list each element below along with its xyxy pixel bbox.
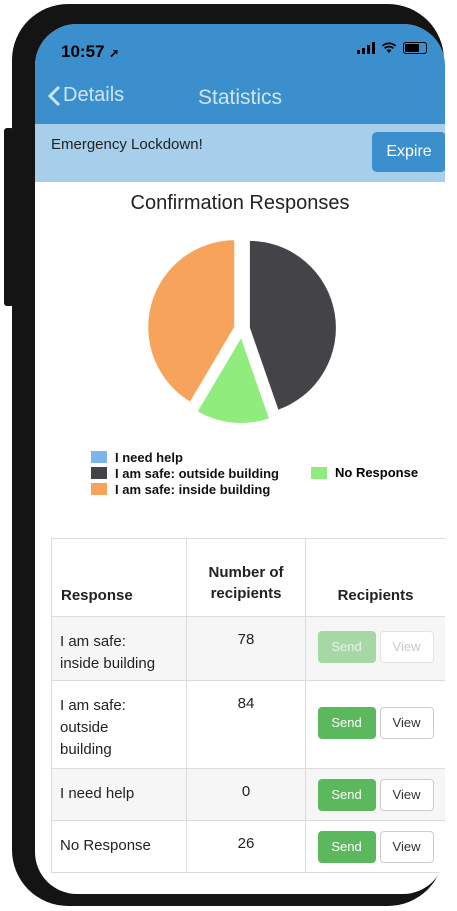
pie-slice-i-am-safe-outside-building bbox=[247, 238, 338, 413]
table-row: No Response 26 Send View bbox=[51, 820, 445, 873]
actions-cell: Send View bbox=[305, 820, 445, 873]
legend-item-inside: I am safe: inside building bbox=[91, 481, 279, 497]
send-button[interactable]: Send bbox=[317, 831, 376, 863]
response-cell: I am safe: inside building bbox=[51, 616, 187, 681]
send-button[interactable]: Send bbox=[317, 707, 376, 739]
phone-frame: 10:57 ➚ Details Statistics Emergency Loc… bbox=[12, 4, 445, 906]
count-cell: 78 bbox=[186, 616, 306, 681]
header-recipients: Recipients bbox=[305, 538, 445, 617]
table-header-row: Response Number of recipients Recipients bbox=[51, 538, 445, 617]
response-cell: I am safe: outside building bbox=[51, 680, 187, 769]
responses-table: Response Number of recipients Recipients … bbox=[51, 538, 445, 873]
phone-screen: 10:57 ➚ Details Statistics Emergency Loc… bbox=[35, 24, 445, 894]
table-row: I need help 0 Send View bbox=[51, 768, 445, 821]
pie-chart bbox=[146, 238, 338, 425]
view-button[interactable]: View bbox=[379, 779, 434, 811]
table-row: I am safe: outside building 84 Send View bbox=[51, 680, 445, 769]
legend-swatch bbox=[91, 483, 107, 495]
actions-cell: Send View bbox=[305, 616, 445, 681]
header-count: Number of recipients bbox=[186, 538, 306, 617]
response-cell: No Response bbox=[51, 820, 187, 873]
count-cell: 0 bbox=[186, 768, 306, 821]
count-cell: 26 bbox=[186, 820, 306, 873]
view-button[interactable]: View bbox=[379, 831, 434, 863]
view-button[interactable]: View bbox=[379, 707, 434, 739]
response-cell: I need help bbox=[51, 768, 187, 821]
send-button[interactable]: Send bbox=[317, 779, 376, 811]
view-button[interactable]: View bbox=[379, 631, 434, 663]
actions-cell: Send View bbox=[305, 768, 445, 821]
table-row: I am safe: inside building 78 Send View bbox=[51, 616, 445, 681]
legend-item-no-response: No Response bbox=[311, 465, 418, 480]
legend-swatch bbox=[311, 466, 327, 479]
header-response: Response bbox=[51, 538, 187, 617]
count-cell: 84 bbox=[186, 680, 306, 769]
send-button[interactable]: Send bbox=[317, 631, 376, 663]
actions-cell: Send View bbox=[305, 680, 445, 769]
legend-swatch bbox=[91, 467, 107, 479]
chart-legend: I need help I am safe: outside building … bbox=[91, 449, 279, 497]
legend-item-outside: I am safe: outside building bbox=[91, 465, 279, 481]
legend-item-need-help: I need help bbox=[91, 449, 279, 465]
legend-swatch bbox=[91, 451, 107, 463]
